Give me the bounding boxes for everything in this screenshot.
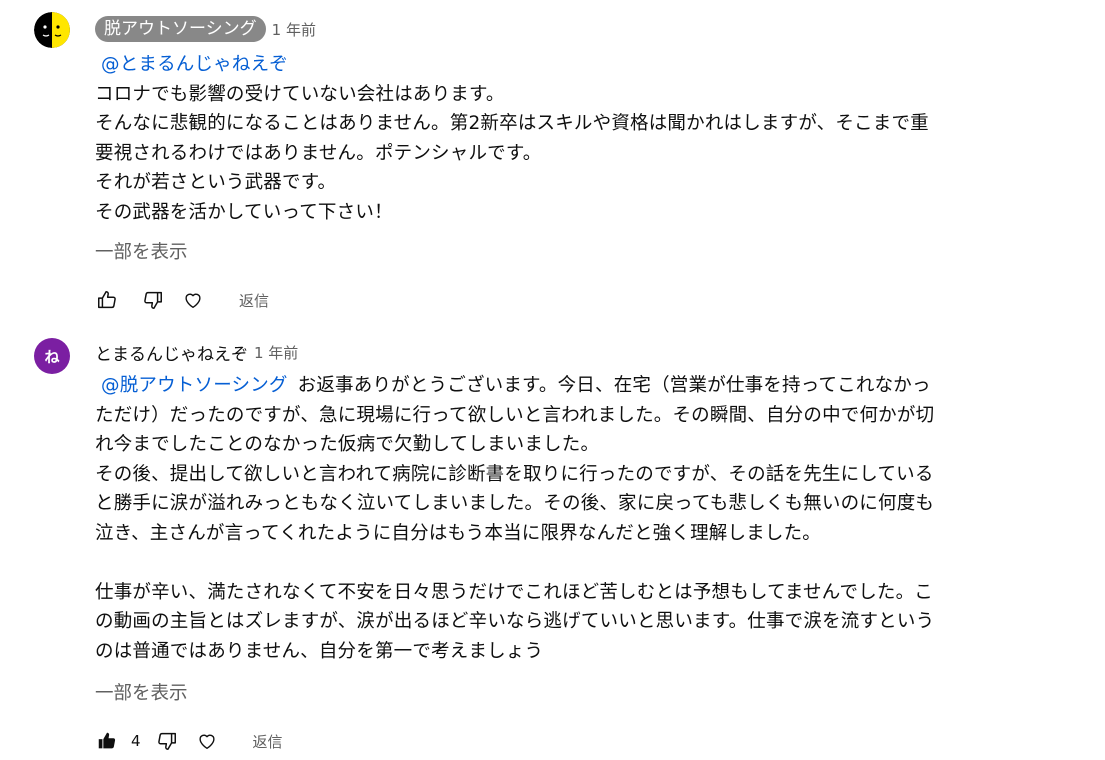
thumb-up-icon[interactable] [95, 288, 119, 312]
heart-icon[interactable] [181, 288, 205, 312]
text-line: その後、提出して欲しいと言われて病院に診断書を取りに行ったのですが、その話を先生… [95, 463, 934, 485]
author-name[interactable]: 脱アウトソーシング [95, 16, 266, 42]
text-line: と勝手に涙が溢れみっともなく泣いてしまいました。その後、家に戻っても悲しくも無い… [95, 493, 935, 514]
text-line: それが若さという武器です。 [95, 172, 337, 193]
show-more-button[interactable]: 一部を表示 [95, 679, 188, 705]
author-name[interactable]: とまるんじゃねえぞ [95, 340, 248, 365]
text-line: コロナでも影響の受けていない会社はあります。 [95, 83, 505, 105]
text-line: そんなに悲観的になることはありません。第2新卒はスキルや資格は聞かれはしますが、… [95, 113, 929, 134]
comment-text: @とまるんじゃねえぞ コロナでも影響の受けていない会社はあります。 そんなに悲観… [95, 50, 1045, 227]
thumb-down-icon[interactable] [141, 288, 165, 312]
text-line: 要視されるわけではありません。ポテンシャルです。 [95, 142, 542, 164]
text-line: その武器を活かしていって下さい！ [95, 201, 393, 223]
thumb-down-icon[interactable] [155, 729, 179, 753]
comment-header: とまるんじゃねえぞ 1 年前 [95, 339, 298, 365]
text-line: の動画の主旨とはズレますが、涙が出るほど辛いなら逃げていいと思います。仕事で涙を… [95, 611, 935, 632]
reply-button[interactable]: 返信 [239, 290, 269, 311]
comment-text: @脱アウトソーシング お返事ありがとうございます。今日、在宅（営業が仕事を持ってこ… [95, 371, 1045, 666]
mention-link[interactable]: @脱アウトソーシング [95, 375, 288, 396]
text-line: のは普通ではありません、自分を第一で考えましょう [95, 640, 544, 662]
text-line: ただけ）だったのですが、急に現場に行って欲しいと言われました。その瞬間、自分の中… [95, 404, 935, 426]
text-line: 泣き、主さんが言ってくれたように自分はもう本当に限界なんだと強く理解しました。 [95, 522, 821, 544]
like-count: 4 [131, 732, 141, 750]
avatar[interactable] [34, 12, 70, 48]
comment-actions: 返信 [95, 286, 269, 314]
heart-icon[interactable] [195, 729, 219, 753]
show-more-button[interactable]: 一部を表示 [95, 238, 188, 264]
text-line: お返事ありがとうございます。今日、在宅（営業が仕事を持ってこれなかっ [297, 375, 931, 396]
comment-actions: 4 返信 [95, 727, 283, 755]
reply-button[interactable]: 返信 [253, 731, 283, 752]
avatar[interactable]: ね [34, 338, 70, 374]
mention-link[interactable]: @とまるんじゃねえぞ [95, 54, 288, 75]
comment-header: 脱アウトソーシング 1 年前 [95, 16, 316, 42]
text-line: れ今までしたことのなかった仮病で欠勤してしまいました。 [95, 434, 600, 455]
timestamp[interactable]: 1 年前 [272, 19, 316, 40]
text-line: 仕事が辛い、満たされなくて不安を日々思うだけでこれほど苦しむとは予想もしてません… [95, 581, 933, 603]
timestamp[interactable]: 1 年前 [254, 342, 298, 363]
thumb-up-filled-icon[interactable] [95, 729, 119, 753]
avatar-moon-icon [34, 12, 70, 48]
